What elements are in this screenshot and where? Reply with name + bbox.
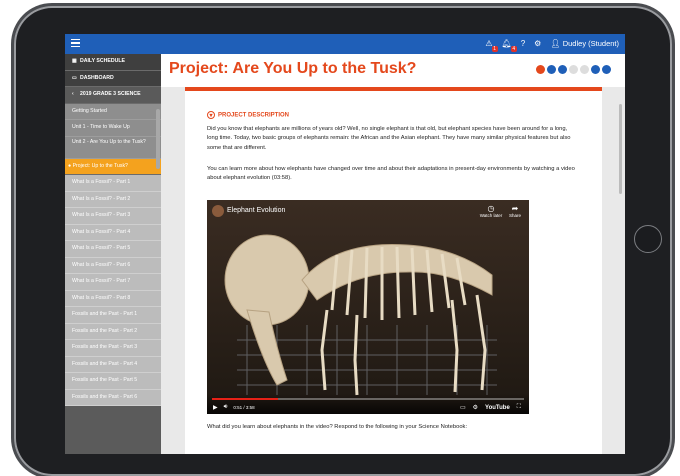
settings-gear-icon[interactable]: ⚙ [534,34,541,54]
sidebar-item-label: What Is a Fossil? - Part 8 [72,294,131,301]
fullscreen-icon[interactable]: ⛶ [517,404,521,411]
sidebar-item[interactable]: Fossils and the Past - Part 6 [65,389,161,406]
sidebar-item-label: Fossils and the Past - Part 1 [72,311,138,317]
sidebar-item[interactable]: ▭ DASHBOARD [65,70,161,87]
subject-circle-icon[interactable] [536,65,545,74]
subject-circle-icon[interactable] [547,65,556,74]
share-icon: ➦ [511,204,519,213]
sidebar-item[interactable]: What Is a Fossil? - Part 6 [65,257,161,274]
video-player[interactable]: Elephant Evolution ◷ Watch later ➦ Share ▶… [207,200,529,414]
sidebar-item[interactable]: ● Project: Up to the Tusk? [65,158,161,175]
sidebar-item[interactable]: What Is a Fossil? - Part 4 [65,224,161,241]
sidebar-item-label: Project: Up to the Tusk? [72,162,128,169]
app-screen: ⚠ 1 🔔︎ 4 ? ⚙ 👤︎ Dudley (Student) ▦ DAILY SC… [65,34,625,454]
sidebar-item-label: 2019 GRADE 3 SCIENCE [80,91,141,97]
video-time: 0:51 / 3:58 [233,405,255,410]
sidebar-item-label: Fossils and the Past - Part 6 [72,393,138,400]
hamburger-menu-icon[interactable] [71,39,80,48]
sidebar-item-label: What Is a Fossil? - Part 1 [72,179,131,185]
video-title[interactable]: Elephant Evolution [227,207,285,214]
share-button[interactable]: ➦ Share [506,204,524,218]
main-area: Project: Are You Up to the Tusk? ▾ PROJEC… [161,54,625,454]
sidebar-item-label: Fossils and the Past - Part 2 [72,327,138,334]
project-icon: ▾ [207,111,215,119]
description-paragraph: Did you know that elephants are millions… [207,126,571,151]
sidebar-item-label: Fossils and the Past - Part 5 [72,377,138,383]
volume-icon[interactable]: 🔊︎ [224,404,228,411]
sidebar-item[interactable]: Unit 1 - Time to Wake Up [65,120,161,137]
sidebar-item[interactable]: Fossils and the Past - Part 1 [65,307,161,324]
sidebar-item-label: DASHBOARD [80,74,114,81]
watch-later-button[interactable]: ◷ Watch later [478,204,504,218]
assignments-badge: 1 [491,46,498,52]
sidebar-item-label: What Is a Fossil? - Part 7 [72,278,131,284]
sidebar-item[interactable]: What Is a Fossil? - Part 8 [65,290,161,307]
sidebar-item[interactable]: What Is a Fossil? - Part 2 [65,191,161,208]
main-scrollbar[interactable] [619,104,622,194]
dashboard-icon: ▭ [72,74,77,81]
subject-circle-icon[interactable] [558,65,567,74]
video-settings-icon[interactable]: ⚙ [473,404,478,411]
sidebar-item[interactable]: Fossils and the Past - Part 2 [65,323,161,340]
help-icon[interactable]: ? [521,34,525,54]
youtube-logo[interactable]: YouTube [485,405,510,411]
sidebar-item-label: Getting Started [72,107,107,114]
sidebar-item[interactable]: Fossils and the Past - Part 4 [65,356,161,373]
subject-circle-icon[interactable] [591,65,600,74]
sidebar-nav: ▦ DAILY SCHEDULE ▭ DASHBOARD ‹ 2019 GRADE 3 S… [65,54,161,454]
sidebar-item-label: Unit 1 - Time to Wake Up [72,124,130,130]
sidebar-item-label: Fossils and the Past - Part 3 [72,344,138,350]
page-title: Project: Are You Up to the Tusk? [169,60,417,77]
sidebar-item-label: What Is a Fossil? - Part 3 [72,212,131,218]
subject-circle-icon[interactable] [602,65,611,74]
top-bar: ⚠ 1 🔔︎ 4 ? ⚙ 👤︎ Dudley (Student) [65,34,625,54]
watch-later-label: Watch later [479,213,503,218]
sidebar-item-label: Fossils and the Past - Part 4 [72,360,138,367]
calendar-icon: ▦ [72,58,77,64]
notifications-badge: 4 [510,46,517,52]
title-bar: Project: Are You Up to the Tusk? [161,54,625,87]
user-name: Dudley (Student) [562,39,619,48]
subject-icons [536,65,611,74]
sidebar-item[interactable]: What Is a Fossil? - Part 7 [65,274,161,291]
sidebar-item[interactable]: Unit 2 - Are You Up to the Tusk? [65,136,161,159]
subject-circle-icon[interactable] [569,65,578,74]
user-menu[interactable]: 👤︎ Dudley (Student) [550,34,619,54]
play-icon[interactable]: ▶ [213,404,218,411]
sidebar-item[interactable]: What Is a Fossil? - Part 5 [65,241,161,258]
notebook-prompt: What did you learn about elephants in th… [207,424,468,430]
sidebar-item[interactable]: Fossils and the Past - Part 3 [65,340,161,357]
notifications-bell-icon[interactable]: 🔔︎ 4 [502,34,517,54]
sidebar-item-label: Unit 2 - Are You Up to the Tusk? [72,138,146,145]
sidebar-item[interactable]: ▦ DAILY SCHEDULE [65,54,161,71]
sidebar-item-label: What Is a Fossil? - Part 6 [72,261,131,268]
chevron-left-icon: ‹ [72,91,74,97]
clock-icon: ◷ [487,204,495,213]
sidebar-item[interactable]: Fossils and the Past - Part 5 [65,373,161,390]
section-heading: ▾ PROJECT DESCRIPTION [207,111,289,119]
section-heading-text: PROJECT DESCRIPTION [218,112,290,119]
video-frame-image [207,200,529,414]
captions-icon[interactable]: ▭ [460,404,466,411]
video-progress-bar[interactable] [212,398,524,400]
user-icon: 👤︎ [550,39,561,48]
subject-circle-icon[interactable] [580,65,589,74]
sidebar-item[interactable]: What Is a Fossil? - Part 1 [65,175,161,192]
video-progress-fill [212,398,278,400]
channel-avatar[interactable] [212,205,224,217]
assignments-icon[interactable]: ⚠ 1 [485,34,498,54]
video-intro-paragraph: You can learn more about how elephants h… [207,166,575,182]
sidebar-item[interactable]: What Is a Fossil? - Part 3 [65,208,161,225]
sidebar-item[interactable]: ‹ 2019 GRADE 3 SCIENCE [65,87,161,104]
sidebar-item-label: What Is a Fossil? - Part 2 [72,195,131,202]
project-content: ▾ PROJECT DESCRIPTION Did you know that e… [185,87,602,454]
sidebar-item-label: DAILY SCHEDULE [80,58,125,64]
home-button[interactable] [634,225,662,253]
sidebar-item-label: What Is a Fossil? - Part 4 [72,228,131,235]
sidebar-item-label: What Is a Fossil? - Part 5 [72,245,131,251]
sidebar-scrollbar[interactable] [156,109,160,169]
sidebar-item[interactable]: Getting Started [65,103,161,120]
share-label: Share [508,213,521,218]
